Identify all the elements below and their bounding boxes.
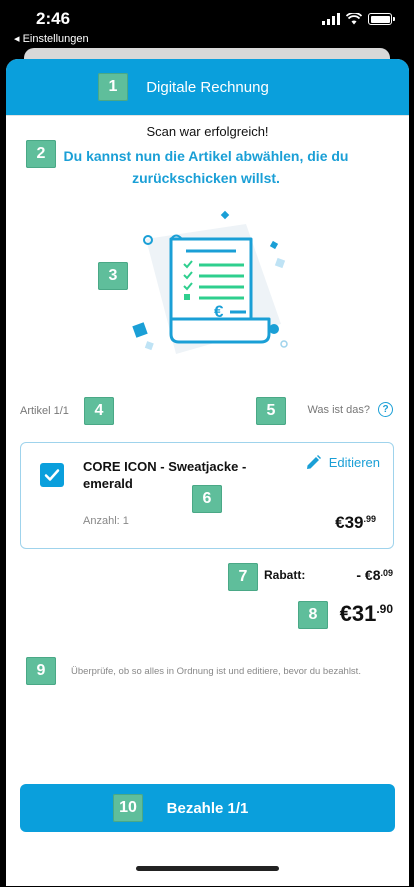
pencil-icon: [306, 455, 321, 469]
total-price: €31.90: [339, 601, 393, 626]
page-title: Digitale Rechnung: [146, 78, 269, 96]
article-quantity: Anzahl: 1: [83, 515, 129, 527]
scan-success-text: Scan war erfolgreich!: [146, 124, 269, 139]
annotation-badge-10: 10: [113, 794, 143, 822]
annotation-badge-4: 4: [84, 397, 114, 425]
back-to-settings-link[interactable]: ◂ Einstellungen: [14, 32, 89, 45]
wifi-icon: [346, 13, 362, 25]
battery-icon: [368, 13, 395, 25]
help-link[interactable]: Was ist das? ?: [307, 402, 393, 417]
annotation-badge-6: 6: [192, 485, 222, 513]
annotation-badge-9: 9: [26, 657, 56, 685]
checkmark-icon: [44, 469, 60, 481]
article-price: €39.99: [335, 513, 376, 532]
discount-label: Rabatt:: [264, 568, 306, 582]
article-name: CORE ICON - Sweatjacke - emerald: [83, 459, 247, 491]
help-label[interactable]: Was ist das?: [307, 404, 370, 416]
home-indicator[interactable]: [136, 866, 279, 871]
review-note: Überprüfe, ob so alles in Ordnung ist un…: [71, 666, 361, 677]
signal-icon: [322, 13, 340, 25]
header-divider: [6, 115, 409, 116]
article-checkbox[interactable]: [40, 463, 64, 487]
invoice-sheet: Digitale Rechnung 1 Scan war erfolgreich…: [6, 59, 409, 886]
article-counter: Artikel 1/1: [20, 405, 69, 417]
annotation-badge-1: 1: [98, 73, 128, 101]
header-bar: Digitale Rechnung 1: [6, 59, 409, 115]
edit-button[interactable]: Editieren: [306, 455, 380, 470]
annotation-badge-3: 3: [98, 262, 128, 290]
question-icon[interactable]: ?: [378, 402, 393, 417]
clock: 2:46: [36, 9, 71, 28]
pay-button[interactable]: 10 Bezahle 1/1: [20, 784, 395, 832]
annotation-badge-7: 7: [228, 563, 258, 591]
annotation-badge-2: 2: [26, 140, 56, 168]
discount-value: - €8.09: [356, 567, 393, 583]
edit-label[interactable]: Editieren: [329, 455, 380, 470]
annotation-badge-5: 5: [256, 397, 286, 425]
receipt-illustration: €: [132, 210, 288, 354]
article-card[interactable]: CORE ICON - Sweatjacke - emerald Editier…: [20, 442, 394, 549]
instruction-text: Du kannst nun die Artikel abwählen, die …: [63, 148, 349, 186]
status-bar: 2:46 ◂ Einstellungen: [0, 0, 414, 50]
annotation-badge-8: 8: [298, 601, 328, 629]
pay-button-label[interactable]: Bezahle 1/1: [167, 800, 249, 817]
status-icons: [322, 13, 395, 25]
